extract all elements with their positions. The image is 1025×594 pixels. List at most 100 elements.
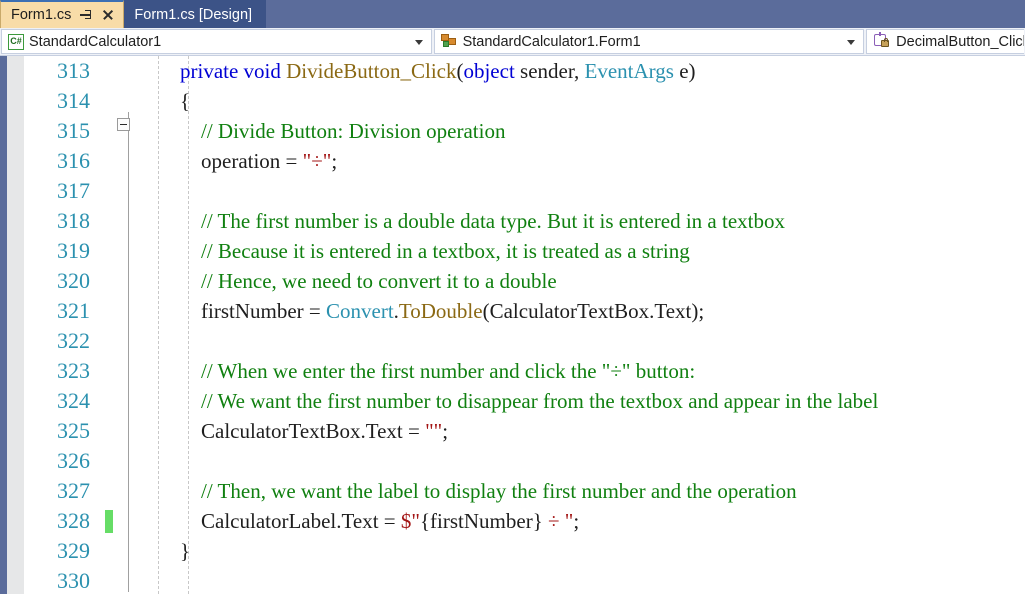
tab-label: Form1.cs [Design]: [134, 7, 253, 23]
code-line[interactable]: 318 // The first number is a double data…: [0, 206, 1025, 236]
code-token-pln: firstNumber =: [180, 299, 326, 323]
code-text[interactable]: CalculatorTextBox.Text = "";: [180, 416, 448, 446]
document-tab-bar: Form1.cs Form1.cs [Design]: [0, 0, 1025, 28]
code-line-list: 313 private void DivideButton_Click(objec…: [0, 56, 1025, 594]
member-dropdown[interactable]: DecimalButton_Click: [866, 29, 1024, 54]
line-number: 314: [57, 88, 90, 113]
line-number: 317: [57, 178, 90, 203]
code-text[interactable]: // We want the first number to disappear…: [180, 386, 878, 416]
unsaved-change-bar: [105, 510, 113, 533]
code-text[interactable]: // Divide Button: Division operation: [180, 116, 505, 146]
code-token-cmt: // Because it is entered in a textbox, i…: [180, 239, 690, 263]
code-token-mth: ToDouble: [398, 299, 483, 323]
code-line[interactable]: 317: [0, 176, 1025, 206]
code-line[interactable]: 324 // We want the first number to disap…: [0, 386, 1025, 416]
method-private-icon: [873, 31, 891, 50]
code-token-pln: {firstNumber}: [419, 509, 543, 533]
code-token-pln: e): [673, 59, 696, 83]
code-token-str: "": [425, 419, 443, 443]
code-text[interactable]: CalculatorLabel.Text = $"{firstNumber} ÷…: [180, 506, 579, 536]
code-line[interactable]: 315 // Divide Button: Division operation: [0, 116, 1025, 146]
tab-form1-cs[interactable]: Form1.cs: [0, 0, 125, 28]
code-line[interactable]: 320 // Hence, we need to convert it to a…: [0, 266, 1025, 296]
chevron-down-icon[interactable]: [414, 39, 423, 45]
code-token-cmt: // We want the first number to disappear…: [180, 389, 879, 413]
code-token-typ: EventArgs: [584, 59, 674, 83]
line-number: 322: [57, 328, 90, 353]
line-number: 323: [57, 358, 90, 383]
tab-label: Form1.cs: [11, 7, 72, 23]
line-number: 324: [57, 388, 90, 413]
code-token-typ: Convert: [326, 299, 394, 323]
code-token-mth: DivideButton_Click: [286, 59, 457, 83]
code-token-pln: ;: [573, 509, 580, 533]
code-token-cmt: // Then, we want the label to display th…: [180, 479, 797, 503]
tab-form1-cs-design[interactable]: Form1.cs [Design]: [124, 0, 267, 28]
visual-studio-editor-window: Form1.cs Form1.cs [Design] C# StandardCa…: [0, 0, 1025, 594]
code-line[interactable]: 323 // When we enter the first number an…: [0, 356, 1025, 386]
code-text[interactable]: // Then, we want the label to display th…: [180, 476, 797, 506]
line-number: 313: [57, 58, 90, 83]
line-number: 326: [57, 448, 90, 473]
line-number: 327: [57, 478, 90, 503]
code-token-cmt: // When we enter the first number and cl…: [180, 359, 696, 383]
code-editor-surface[interactable]: 313 private void DivideButton_Click(objec…: [0, 56, 1025, 594]
code-token-str: "÷": [302, 149, 332, 173]
code-token-str: ÷ ": [542, 509, 574, 533]
line-number: 329: [57, 538, 90, 563]
code-line[interactable]: 314 {: [0, 86, 1025, 116]
chevron-down-icon[interactable]: [847, 39, 856, 45]
code-line[interactable]: 327 // Then, we want the label to displa…: [0, 476, 1025, 506]
code-token-pln: }: [180, 539, 191, 563]
code-line[interactable]: 328 CalculatorLabel.Text = $"{firstNumbe…: [0, 506, 1025, 536]
line-number: 315: [57, 118, 90, 143]
code-text[interactable]: // Hence, we need to convert it to a dou…: [180, 266, 557, 296]
code-token-kw: private void: [180, 59, 287, 83]
line-number: 316: [57, 148, 90, 173]
code-line[interactable]: 326: [0, 446, 1025, 476]
code-line[interactable]: 330: [0, 566, 1025, 594]
line-number: 325: [57, 418, 90, 443]
code-token-cmt: // Divide Button: Division operation: [180, 119, 506, 143]
code-text[interactable]: // When we enter the first number and cl…: [180, 356, 695, 386]
line-number: 330: [57, 568, 90, 593]
code-line[interactable]: 321 firstNumber = Convert.ToDouble(Calcu…: [0, 296, 1025, 326]
code-token-kw: object: [463, 59, 515, 83]
code-line[interactable]: 313 private void DivideButton_Click(objec…: [0, 56, 1025, 86]
line-number: 319: [57, 238, 90, 263]
code-line[interactable]: 325 CalculatorTextBox.Text = "";: [0, 416, 1025, 446]
close-icon[interactable]: [101, 8, 115, 22]
code-token-cmt: // Hence, we need to convert it to a dou…: [180, 269, 557, 293]
code-text[interactable]: }: [180, 536, 190, 566]
navigation-breadcrumb-bar: C# StandardCalculator1 StandardCalculato…: [0, 28, 1025, 56]
code-text[interactable]: firstNumber = Convert.ToDouble(Calculato…: [180, 296, 704, 326]
line-number: 321: [57, 298, 90, 323]
code-token-pln: sender,: [514, 59, 585, 83]
code-line[interactable]: 319 // Because it is entered in a textbo…: [0, 236, 1025, 266]
line-number: 320: [57, 268, 90, 293]
member-dropdown-value: DecimalButton_Click: [896, 33, 1024, 50]
code-token-pln: ;: [442, 419, 449, 443]
line-number: 318: [57, 208, 90, 233]
code-token-pln: {: [180, 89, 191, 113]
code-text[interactable]: {: [180, 86, 190, 116]
code-token-cmt: // The first number is a double data typ…: [180, 209, 785, 233]
code-text[interactable]: // Because it is entered in a textbox, i…: [180, 236, 690, 266]
code-token-str: $": [400, 509, 420, 533]
code-line[interactable]: 322: [0, 326, 1025, 356]
code-token-pln: CalculatorLabel.Text =: [180, 509, 401, 533]
class-icon: [440, 34, 458, 49]
class-dropdown[interactable]: StandardCalculator1.Form1: [433, 29, 865, 54]
code-text[interactable]: // The first number is a double data typ…: [180, 206, 785, 236]
code-token-pln: (CalculatorTextBox.Text);: [482, 299, 705, 323]
code-text[interactable]: operation = "÷";: [180, 146, 337, 176]
csharp-project-icon: C#: [8, 33, 24, 50]
pin-icon[interactable]: [79, 8, 93, 22]
code-line[interactable]: 316 operation = "÷";: [0, 146, 1025, 176]
class-dropdown-value: StandardCalculator1.Form1: [462, 33, 641, 50]
project-dropdown[interactable]: C# StandardCalculator1: [1, 29, 432, 54]
code-text[interactable]: private void DivideButton_Click(object s…: [180, 56, 696, 86]
code-token-pln: CalculatorTextBox.Text =: [180, 419, 426, 443]
code-token-pln: operation =: [180, 149, 303, 173]
code-line[interactable]: 329}: [0, 536, 1025, 566]
